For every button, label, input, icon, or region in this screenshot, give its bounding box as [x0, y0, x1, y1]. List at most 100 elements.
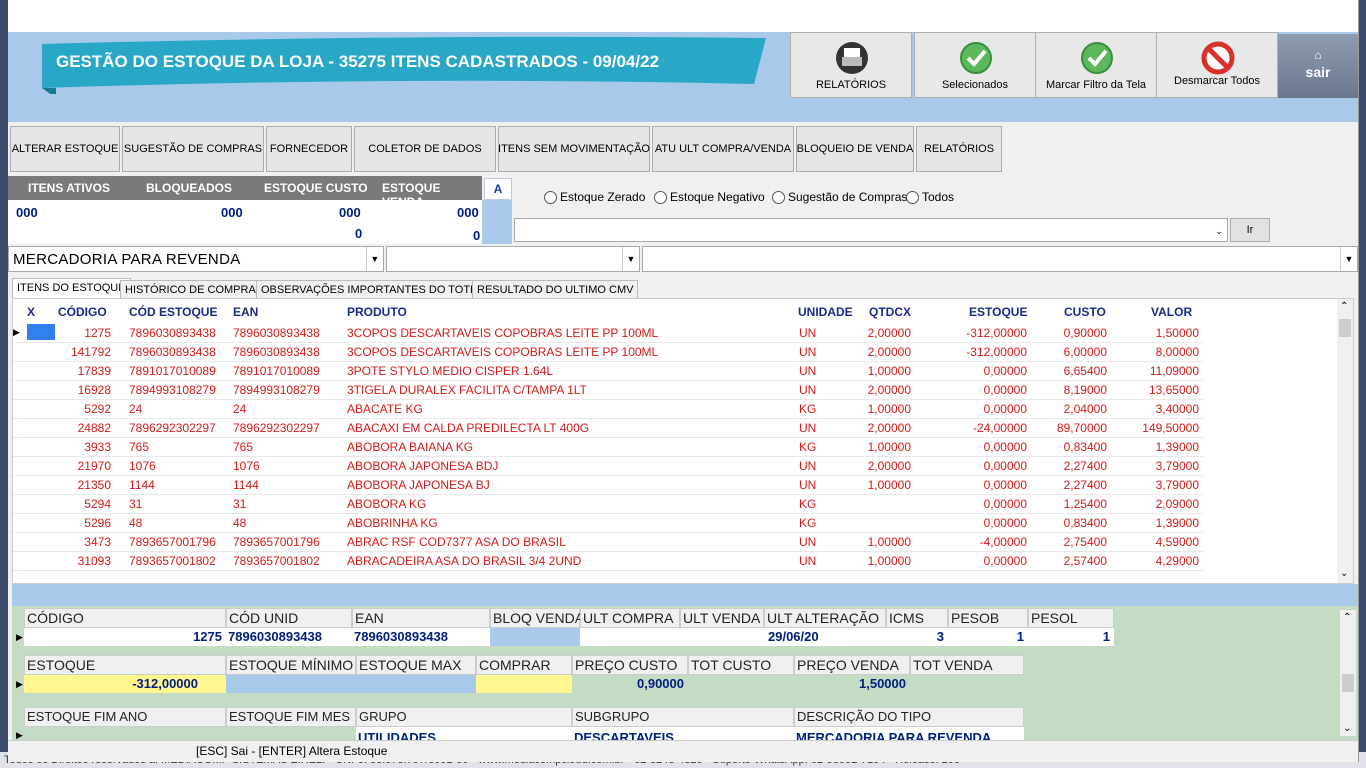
radio-all[interactable]: Todos — [906, 190, 954, 204]
detail-v-estoque-max[interactable] — [356, 675, 476, 693]
chevron-up-icon[interactable]: ⌃ — [1343, 612, 1351, 623]
category-value: MERCADORIA PARA REVENDA — [13, 251, 241, 268]
cell-ean: 1076 — [233, 459, 260, 473]
tab-purchase-history[interactable]: HISTÓRICO DE COMPRAS — [120, 280, 269, 298]
col-unidade[interactable]: UNIDADE — [798, 305, 853, 319]
exit-button[interactable]: ⌂ sair — [1278, 34, 1358, 98]
table-row[interactable]: 21970 1076 1076 ABOBORA JAPONESA BDJ UN 2,000… — [13, 456, 1203, 476]
detail-h-ean: EAN — [352, 608, 490, 628]
grid-scrollbar[interactable]: ⌃ ⌄ — [1337, 299, 1353, 583]
cell-valor: 3,79000 — [1155, 478, 1199, 492]
stock-cost-value: 000 — [339, 205, 361, 220]
search-combo[interactable]: ⌄ — [514, 218, 1228, 242]
col-codigo[interactable]: CÓDIGO — [58, 305, 107, 319]
table-row[interactable]: 21350 1144 1144 ABOBORA JAPONESA BJ UN 1,0000… — [13, 475, 1203, 495]
alter-stock-button[interactable]: ALTERAR ESTOQUE — [10, 126, 120, 172]
tab-stock-items[interactable]: ITENS DO ESTOQUE — [12, 278, 131, 298]
detail-h-estoque: ESTOQUE — [24, 655, 226, 675]
tertiary-dropdown[interactable]: ▼ — [642, 246, 1358, 272]
update-last-purchase-button[interactable]: ATU ULT COMPRA/VENDA — [652, 126, 794, 172]
cell-valor: 149,50000 — [1142, 421, 1199, 435]
dropdown-arrow-icon[interactable]: ▼ — [622, 247, 639, 271]
chevron-down-icon[interactable]: ⌄ — [1211, 219, 1227, 241]
radio-purchase-suggestion[interactable]: Sugestão de Compras — [772, 190, 907, 204]
cell-custo: 0,90000 — [1063, 326, 1107, 340]
cell-codigo: 17839 — [77, 364, 111, 378]
table-row[interactable]: ▶ 1275 7896030893438 7896030893438 3COPOS DE… — [13, 323, 1203, 343]
detail-v-estoque-minimo[interactable] — [226, 675, 356, 693]
table-row[interactable]: 5296 48 48 ABOBRINHA KG KG 0,00000 0,83400 1,39… — [13, 513, 1203, 533]
category-dropdown[interactable]: MERCADORIA PARA REVENDA ▼ — [8, 246, 384, 272]
radio-zero-stock[interactable]: Estoque Zerado — [544, 190, 645, 204]
col-cod-estoque[interactable]: CÓD ESTOQUE — [129, 305, 217, 319]
cell-qtdcx: 2,00000 — [867, 421, 911, 435]
table-row[interactable]: 31093 7893657001802 7893657001802 ABRACADEI… — [13, 551, 1203, 571]
col-x[interactable]: X — [27, 305, 35, 319]
col-valor[interactable]: VALOR — [1151, 305, 1192, 319]
cell-unidade: UN — [799, 554, 817, 568]
detail-v-tot-venda — [910, 675, 1024, 693]
reports-tab-button[interactable]: RELATÓRIOS — [916, 126, 1002, 172]
table-row[interactable]: 17839 7891017010089 7891017010089 3POTE STY… — [13, 361, 1203, 381]
detail-v-bloq-venda[interactable] — [490, 628, 580, 646]
cell-valor: 1,50000 — [1155, 326, 1199, 340]
chevron-down-icon[interactable]: ⌄ — [1340, 568, 1348, 579]
table-row[interactable]: 3933 765 765 ABOBORA BAIANA KG KG 1,00000 0,00… — [13, 437, 1203, 457]
cell-produto: ABACATE KG — [347, 402, 423, 416]
cell-cod-estoque: 1144 — [129, 478, 155, 492]
cell-estoque: 0,00000 — [983, 440, 1027, 454]
tab-last-cmv[interactable]: RESULTADO DO ULTIMO CMV — [472, 280, 639, 298]
cell-cod-estoque: 7893657001796 — [129, 535, 216, 549]
printer-icon — [835, 41, 869, 75]
tab-totem-notes[interactable]: OBSERVAÇÕES IMPORTANTES DO TOTEM — [256, 280, 492, 298]
table-row[interactable]: 5294 31 31 ABOBORA KG KG 0,00000 1,25400 2,0900… — [13, 494, 1203, 514]
table-row[interactable]: 3473 7893657001796 7893657001796 ABRAC RSF … — [13, 532, 1203, 552]
go-button[interactable]: Ir — [1230, 218, 1270, 242]
secondary-dropdown[interactable]: ▼ — [386, 246, 640, 272]
table-row[interactable]: 16928 7894993108279 7894993108279 3TIGELA D… — [13, 380, 1203, 400]
dropdown-arrow-icon[interactable]: ▼ — [1340, 247, 1357, 271]
reports-button[interactable]: RELATÓRIOS — [790, 32, 912, 98]
blocked-header: BLOQUEADOS — [146, 181, 233, 195]
selected-button[interactable]: Selecionados — [914, 32, 1036, 98]
detail-v-ean: 7896030893438 — [352, 628, 490, 646]
cell-unidade: UN — [799, 345, 817, 359]
items-no-movement-button[interactable]: ITENS SEM MOVIMENTAÇÃO — [498, 126, 650, 172]
detail-v-estoque[interactable]: -312,00000 — [24, 675, 226, 693]
table-row[interactable]: 5292 24 24 ABACATE KG KG 1,00000 0,00000 2,0400… — [13, 399, 1203, 419]
cell-custo: 2,27400 — [1063, 478, 1107, 492]
data-collector-button[interactable]: COLETOR DE DADOS — [354, 126, 496, 172]
col-produto[interactable]: PRODUTO — [347, 305, 407, 319]
cell-estoque: 0,00000 — [983, 554, 1027, 568]
dropdown-arrow-icon[interactable]: ▼ — [366, 247, 383, 271]
a-button[interactable]: A — [484, 178, 512, 200]
table-row[interactable]: 141792 7896030893438 7896030893438 3COPOS D… — [13, 342, 1203, 362]
cell-unidade: KG — [799, 402, 817, 416]
col-ean[interactable]: EAN — [233, 305, 258, 319]
detail-scrollbar[interactable]: ⌃ ⌄ — [1340, 610, 1356, 736]
col-estoque[interactable]: ESTOQUE — [969, 305, 1027, 319]
cell-valor: 3,40000 — [1155, 402, 1199, 416]
cell-ean: 24 — [233, 402, 247, 416]
chevron-up-icon[interactable]: ⌃ — [1340, 301, 1348, 312]
unmark-all-button[interactable]: Desmarcar Todos — [1156, 32, 1278, 98]
sales-block-button[interactable]: BLOQUEIO DE VENDA — [796, 126, 914, 172]
detail-h-codigo: CÓDIGO — [24, 608, 226, 628]
table-row[interactable]: 24882 7896292302297 7896292302297 ABACAXI E… — [13, 418, 1203, 438]
scroll-thumb[interactable] — [1339, 319, 1351, 337]
cell-ean: 31 — [233, 497, 247, 511]
cell-cod-estoque: 7896292302297 — [129, 421, 216, 435]
col-qtdcx[interactable]: QTDCX — [869, 305, 911, 319]
mark-filter-button[interactable]: Marcar Filtro da Tela — [1035, 32, 1157, 98]
supplier-button[interactable]: FORNECEDOR — [266, 126, 352, 172]
cell-custo: 0,83400 — [1063, 516, 1107, 530]
scroll-thumb[interactable] — [1342, 674, 1354, 692]
detail-v-comprar[interactable] — [476, 675, 572, 693]
purchase-suggestion-button[interactable]: SUGESTÃO DE COMPRAS — [122, 126, 264, 172]
cell-codigo: 31093 — [77, 554, 111, 568]
cell-codigo: 3933 — [84, 440, 111, 454]
radio-negative-stock[interactable]: Estoque Negativo — [654, 190, 765, 204]
blocked-value: 000 — [221, 205, 243, 220]
chevron-down-icon[interactable]: ⌄ — [1343, 723, 1351, 734]
col-custo[interactable]: CUSTO — [1064, 305, 1106, 319]
